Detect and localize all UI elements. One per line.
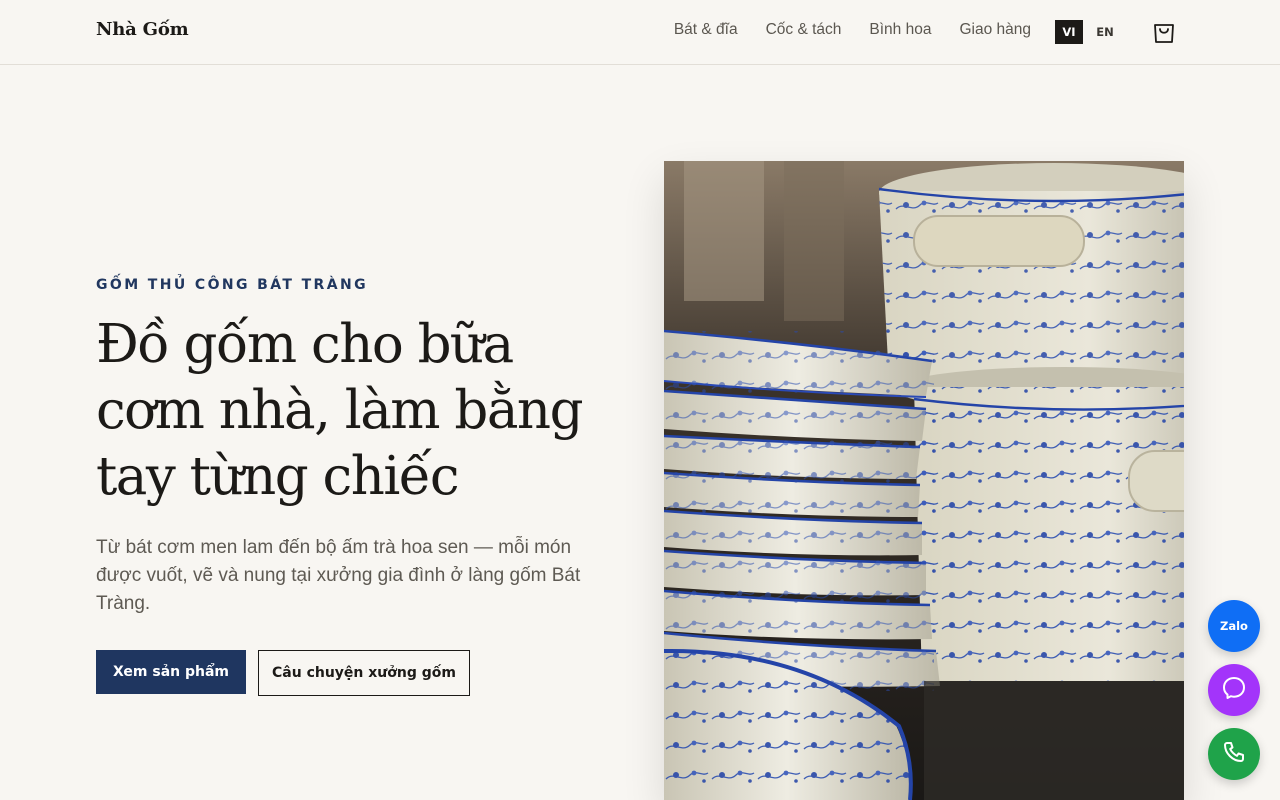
language-switcher: VI EN [1055, 20, 1119, 44]
messenger-button[interactable] [1208, 664, 1260, 716]
view-products-button[interactable]: Xem sản phẩm [96, 650, 246, 694]
lang-en[interactable]: EN [1091, 20, 1119, 44]
nav-bowls-plates[interactable]: Bát & đĩa [674, 21, 738, 39]
lang-vi[interactable]: VI [1055, 20, 1083, 44]
brand-logo[interactable]: Nhà Gốm [96, 19, 189, 40]
headline-line-2: cơm nhà, làm bằng [96, 380, 584, 441]
phone-icon [1222, 740, 1246, 768]
hero-lead: Từ bát cơm men lam đến bộ ấm trà hoa sen… [96, 537, 581, 614]
nav-delivery[interactable]: Giao hàng [959, 21, 1031, 39]
main-nav: Bát & đĩa Cốc & tách Bình hoa Giao hàng [674, 21, 1031, 39]
zalo-button[interactable]: Zalo [1208, 600, 1260, 652]
shopping-bag-icon[interactable] [1152, 19, 1176, 45]
hero-headline: Đồ gốm cho bữa cơm nhà, làm bằng tay từn… [96, 312, 616, 510]
nav-vases[interactable]: Bình hoa [869, 21, 931, 39]
nav-cups[interactable]: Cốc & tách [766, 21, 842, 39]
headline-line-3: tay từng chiếc [96, 446, 460, 507]
hero-eyebrow: GỐM THỦ CÔNG BÁT TRÀNG [96, 277, 368, 293]
hero-image [664, 161, 1184, 800]
workshop-story-button[interactable]: Câu chuyện xưởng gốm [258, 650, 470, 696]
site-header: Nhà Gốm Bát & đĩa Cốc & tách Bình hoa Gi… [0, 0, 1280, 65]
messenger-icon [1221, 675, 1247, 705]
zalo-label: Zalo [1220, 619, 1248, 633]
phone-button[interactable] [1208, 728, 1260, 780]
headline-line-1: Đồ gốm cho bữa [96, 314, 514, 375]
